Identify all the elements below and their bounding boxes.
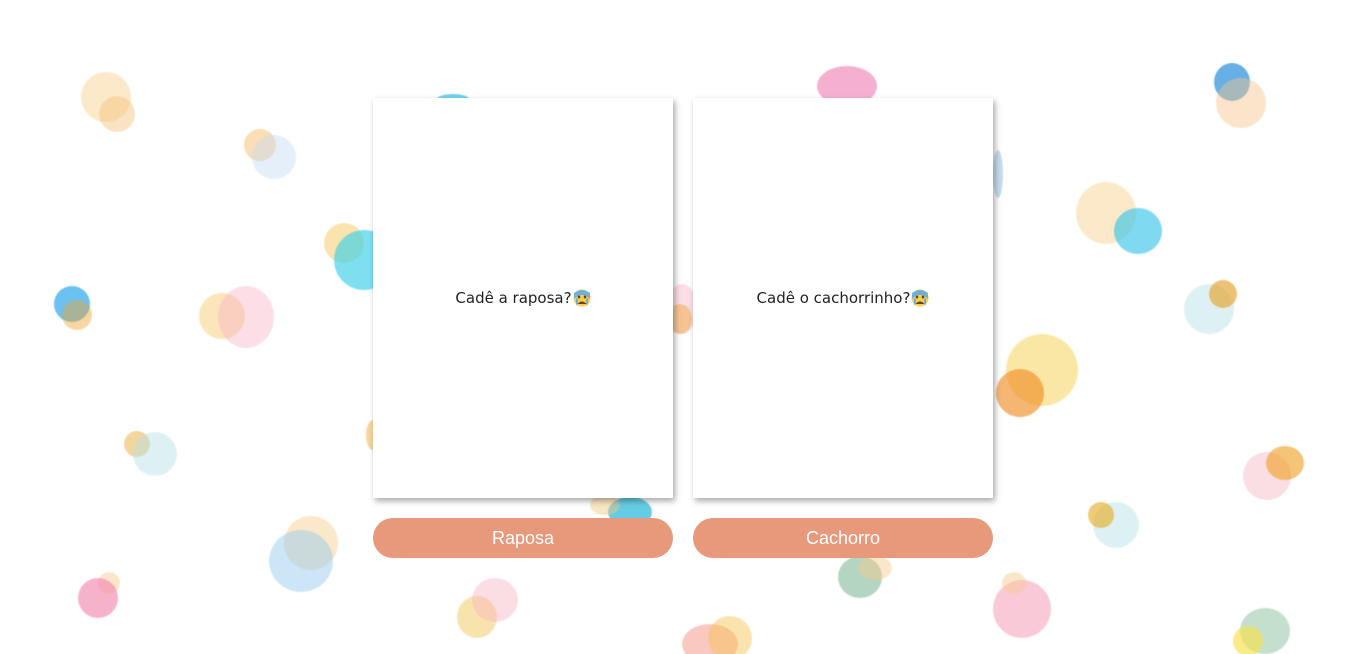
fox-card: Cadê a raposa? xyxy=(373,98,673,498)
confetti-dot xyxy=(133,432,177,476)
confetti-dot xyxy=(1216,78,1266,128)
confetti-dot xyxy=(78,578,118,618)
crying-face-emoji-icon xyxy=(911,289,929,307)
puppy-card-question: Cadê o cachorrinho? xyxy=(756,289,911,307)
fox-card-content: Cadê a raposa? xyxy=(455,289,591,307)
confetti-dot xyxy=(1088,502,1114,528)
confetti-dot xyxy=(472,578,518,622)
confetti-dot xyxy=(590,495,620,515)
confetti-dot xyxy=(218,286,274,348)
fox-card-question: Cadê a raposa? xyxy=(455,289,572,307)
confetti-dot xyxy=(99,96,135,132)
confetti-dot xyxy=(1002,572,1026,594)
crying-face-emoji-icon xyxy=(573,289,591,307)
confetti-dot xyxy=(993,150,1003,198)
confetti-dot xyxy=(996,369,1044,417)
confetti-dot xyxy=(252,135,296,179)
confetti-dot xyxy=(708,616,752,654)
page-stage: Cadê a raposa? Cadê o cachorrinho? Rapos… xyxy=(0,0,1365,654)
confetti-dot xyxy=(1266,446,1304,480)
dog-button[interactable]: Cachorro xyxy=(693,518,993,558)
fox-button[interactable]: Raposa xyxy=(373,518,673,558)
puppy-card: Cadê o cachorrinho? xyxy=(693,98,993,498)
confetti-dot xyxy=(269,530,333,592)
confetti-dot xyxy=(1114,208,1162,254)
confetti-dot xyxy=(858,556,892,580)
confetti-dot xyxy=(62,300,92,330)
confetti-dot xyxy=(1209,280,1237,308)
confetti-dot xyxy=(1233,626,1263,654)
puppy-card-content: Cadê o cachorrinho? xyxy=(757,289,930,307)
